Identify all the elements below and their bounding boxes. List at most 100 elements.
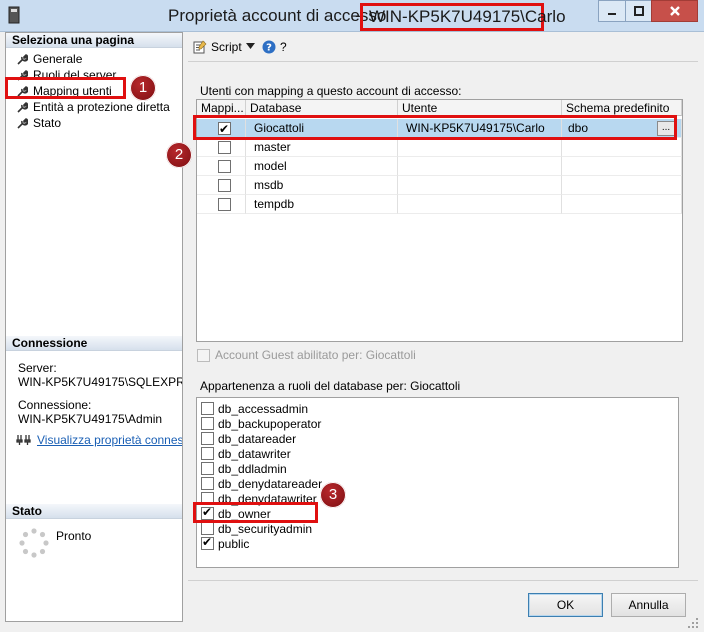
ok-button[interactable]: OK	[528, 593, 603, 617]
connection-properties-icon	[16, 435, 31, 445]
role-item-db-denydatareader[interactable]: db_denydatareader	[201, 476, 322, 491]
guest-account-label: Account Guest abilitato per: Giocattoli	[215, 348, 416, 362]
role-item-db-datareader[interactable]: db_datareader	[201, 431, 296, 446]
role-checkbox[interactable]	[201, 462, 214, 475]
database-roles-list[interactable]: db_accessadmin db_backupoperator db_data…	[196, 397, 679, 568]
table-row[interactable]: master	[197, 138, 682, 157]
mapped-cell	[197, 138, 246, 157]
column-header-user[interactable]: Utente	[398, 100, 562, 116]
window-title: Proprietà account di accesso	[168, 6, 387, 25]
connection-header: Connessione	[6, 336, 182, 351]
help-icon: ?	[262, 40, 276, 54]
user-cell[interactable]	[398, 138, 562, 157]
wrench-icon	[17, 118, 28, 129]
column-header-database[interactable]: Database	[246, 100, 398, 116]
help-label: ?	[280, 40, 287, 54]
role-label: db_denydatareader	[218, 476, 323, 491]
annotation-badge-2: 2	[166, 142, 192, 168]
status-header: Stato	[6, 504, 182, 519]
database-cell: model	[246, 157, 398, 176]
connection-label: Connessione:	[18, 398, 92, 412]
script-label: Script	[211, 40, 242, 54]
role-label: db_backupoperator	[218, 416, 322, 431]
table-row[interactable]: msdb	[197, 176, 682, 195]
close-button[interactable]	[651, 0, 698, 22]
maximize-icon	[633, 6, 644, 16]
schema-cell[interactable]	[562, 138, 682, 157]
minimize-icon	[608, 13, 616, 15]
nav-item-label: Generale	[33, 52, 83, 66]
minimize-button[interactable]	[598, 0, 625, 22]
mapped-checkbox[interactable]	[218, 179, 231, 192]
role-checkbox[interactable]	[201, 447, 214, 460]
mapped-checkbox[interactable]	[218, 141, 231, 154]
role-checkbox[interactable]	[201, 477, 214, 490]
nav-item-label: Entità a protezione diretta	[33, 100, 170, 114]
schema-cell[interactable]	[562, 176, 682, 195]
mapping-caption: Utenti con mapping a questo account di a…	[200, 84, 462, 98]
mapped-cell	[197, 157, 246, 176]
highlight-box-mapping-utenti	[5, 77, 126, 99]
nav-item-stato[interactable]: Stato	[16, 115, 61, 131]
status-value: Pronto	[56, 529, 92, 543]
nav-item-generale[interactable]: Generale	[16, 51, 82, 67]
resize-grip-icon[interactable]	[686, 616, 700, 630]
cancel-button[interactable]: Annulla	[611, 593, 686, 617]
role-checkbox[interactable]	[201, 432, 214, 445]
script-dropdown[interactable]	[246, 43, 255, 49]
server-value: WIN-KP5K7U49175\SQLEXPRESS	[18, 375, 182, 389]
toolbar-divider	[188, 61, 698, 62]
nav-item-entita-protezione[interactable]: Entità a protezione diretta	[16, 99, 170, 115]
server-label: Server:	[18, 361, 57, 375]
role-item-public[interactable]: public	[201, 535, 250, 551]
column-header-schema[interactable]: Schema predefinito	[562, 100, 682, 116]
user-cell[interactable]	[398, 195, 562, 214]
script-button[interactable]: Script	[193, 40, 242, 54]
user-cell[interactable]	[398, 157, 562, 176]
wrench-icon	[17, 102, 28, 113]
role-label: db_datareader	[218, 431, 297, 446]
chevron-down-icon	[246, 43, 255, 49]
schema-cell[interactable]	[562, 195, 682, 214]
role-item-db-accessadmin[interactable]: db_accessadmin	[201, 401, 308, 416]
table-row[interactable]: tempdb	[197, 195, 682, 214]
annotation-badge-1: 1	[130, 75, 156, 101]
nav-item-label: Stato	[33, 116, 62, 130]
annotation-badge-3: 3	[320, 482, 346, 508]
highlight-box-db-owner	[193, 502, 318, 523]
roles-caption: Appartenenza a ruoli del database per: G…	[200, 379, 461, 393]
app-icon	[8, 6, 20, 24]
role-item-db-backupoperator[interactable]: db_backupoperator	[201, 416, 321, 431]
role-item-db-ddladmin[interactable]: db_ddladmin	[201, 461, 287, 476]
bottom-divider	[188, 580, 698, 581]
mapped-checkbox[interactable]	[218, 198, 231, 211]
user-cell[interactable]	[398, 176, 562, 195]
role-checkbox[interactable]	[201, 535, 214, 550]
maximize-button[interactable]	[625, 0, 651, 22]
role-item-db-securityadmin[interactable]: db_securityadmin	[201, 521, 312, 536]
select-page-header: Seleziona una pagina	[6, 33, 182, 48]
progress-spinner-icon	[19, 528, 49, 558]
database-cell: msdb	[246, 176, 398, 195]
mapped-cell	[197, 195, 246, 214]
schema-cell[interactable]	[562, 157, 682, 176]
mapped-checkbox[interactable]	[218, 160, 231, 173]
column-header-mapped[interactable]: Mappi...	[197, 100, 246, 116]
role-checkbox[interactable]	[201, 522, 214, 535]
guest-account-checkbox[interactable]	[197, 349, 210, 362]
role-checkbox[interactable]	[201, 417, 214, 430]
role-label: db_securityadmin	[218, 521, 313, 536]
login-name-highlight: WIN-KP5K7U49175\Carlo	[360, 3, 566, 31]
role-item-db-datawriter[interactable]: db_datawriter	[201, 446, 291, 461]
view-connection-link-label: Visualizza proprietà connessione	[37, 433, 182, 447]
close-icon	[669, 6, 680, 16]
role-label: public	[218, 536, 250, 551]
table-row[interactable]: model	[197, 157, 682, 176]
highlight-box-giocattoli-row	[193, 115, 677, 140]
view-connection-properties-link[interactable]: Visualizza proprietà connessione	[16, 432, 182, 448]
role-checkbox[interactable]	[201, 402, 214, 415]
left-pane: Seleziona una pagina Generale Ruoli del …	[5, 32, 183, 622]
mapped-cell	[197, 176, 246, 195]
help-button[interactable]: ? ?	[262, 40, 287, 54]
wrench-icon	[17, 54, 28, 65]
